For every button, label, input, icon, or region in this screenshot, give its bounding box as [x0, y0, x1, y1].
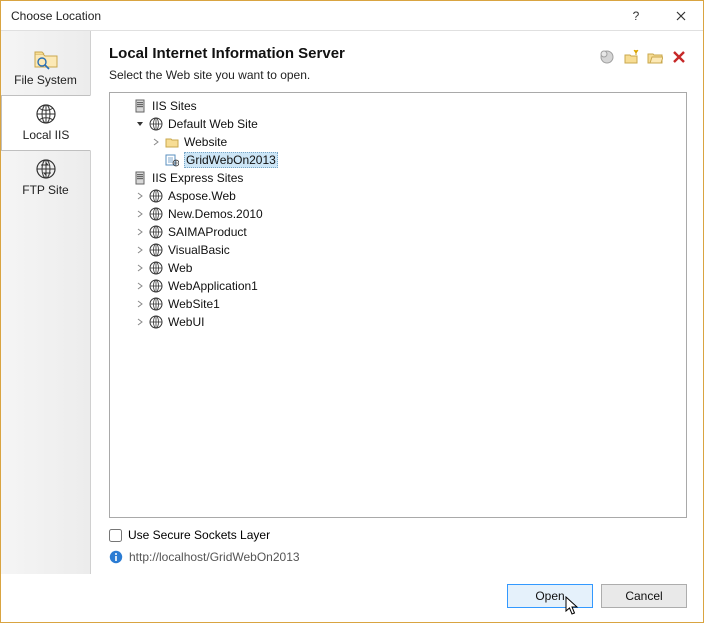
tree-node-gridwebon2013[interactable]: GridWebOn2013 — [110, 151, 686, 169]
open-button[interactable]: Open — [507, 584, 593, 608]
new-application-icon[interactable] — [599, 49, 615, 65]
tree-label: New.Demos.2010 — [168, 207, 263, 221]
help-button[interactable]: ? — [613, 1, 658, 31]
globe-icon — [148, 224, 164, 240]
tree-label: Aspose.Web — [168, 189, 236, 203]
tree-label: Web — [168, 261, 192, 275]
globe-arrows-icon — [32, 157, 60, 181]
folder-search-icon — [32, 47, 60, 71]
web-app-icon — [164, 152, 180, 168]
globe-icon — [148, 260, 164, 276]
close-icon — [676, 11, 686, 21]
globe-icon — [148, 188, 164, 204]
tree-label: SAIMAProduct — [168, 225, 247, 239]
help-icon: ? — [631, 9, 641, 23]
globe-icon — [148, 116, 164, 132]
content-panel: Local Internet Information Server Select… — [91, 31, 703, 574]
folder-icon — [164, 134, 180, 150]
globe-icon — [148, 206, 164, 222]
chevron-right-icon[interactable] — [132, 192, 148, 200]
tree-node-express[interactable]: VisualBasic — [110, 241, 686, 259]
tree-node-website-folder[interactable]: Website — [110, 133, 686, 151]
tree-label: WebUI — [168, 315, 204, 329]
sidebar-item-ftp-site[interactable]: FTP Site — [1, 151, 90, 205]
chevron-right-icon[interactable] — [132, 246, 148, 254]
globe-icon — [148, 278, 164, 294]
chevron-right-icon[interactable] — [148, 138, 164, 146]
tree-node-express[interactable]: SAIMAProduct — [110, 223, 686, 241]
chevron-right-icon[interactable] — [132, 264, 148, 272]
server-icon — [132, 98, 148, 114]
tree-label: VisualBasic — [168, 243, 230, 257]
tree-node-express[interactable]: Aspose.Web — [110, 187, 686, 205]
globe-icon — [148, 314, 164, 330]
delete-icon[interactable] — [671, 49, 687, 65]
chevron-right-icon[interactable] — [132, 282, 148, 290]
info-icon — [109, 550, 123, 564]
tree-label: Default Web Site — [168, 117, 258, 131]
tree-node-express[interactable]: New.Demos.2010 — [110, 205, 686, 223]
main-area: File System Local IIS FTP Site Local Int… — [1, 31, 703, 574]
dialog-buttons: Open Cancel — [1, 574, 703, 622]
tree-node-express[interactable]: WebApplication1 — [110, 277, 686, 295]
tree-node-iis-express-sites[interactable]: IIS Express Sites — [110, 169, 686, 187]
sidebar-item-local-iis[interactable]: Local IIS — [1, 95, 91, 151]
content-subtitle: Select the Web site you want to open. — [109, 68, 599, 82]
sidebar-label: File System — [14, 73, 77, 87]
globe-icon — [148, 296, 164, 312]
site-tree[interactable]: IIS Sites Default Web Site — [109, 92, 687, 518]
new-virtual-directory-icon[interactable] — [623, 49, 639, 65]
chevron-right-icon[interactable] — [132, 210, 148, 218]
globe-icon — [148, 242, 164, 258]
url-row: http://localhost/GridWebOn2013 — [109, 550, 687, 564]
tree-label: WebSite1 — [168, 297, 220, 311]
content-heading: Local Internet Information Server — [109, 45, 599, 62]
tree-label: Website — [184, 135, 227, 149]
tree-node-default-web-site[interactable]: Default Web Site — [110, 115, 686, 133]
close-button[interactable] — [658, 1, 703, 31]
svg-text:?: ? — [632, 9, 639, 23]
sidebar-item-file-system[interactable]: File System — [1, 41, 90, 95]
url-text: http://localhost/GridWebOn2013 — [129, 550, 300, 564]
tree-label: IIS Sites — [152, 99, 197, 113]
open-folder-icon[interactable] — [647, 49, 663, 65]
tree-node-express[interactable]: WebUI — [110, 313, 686, 331]
tree-node-express[interactable]: WebSite1 — [110, 295, 686, 313]
ssl-checkbox-row[interactable]: Use Secure Sockets Layer — [109, 528, 687, 542]
ssl-checkbox[interactable] — [109, 529, 122, 542]
toolbar — [599, 45, 687, 65]
tree-node-iis-sites[interactable]: IIS Sites — [110, 97, 686, 115]
tree-node-express[interactable]: Web — [110, 259, 686, 277]
window-title: Choose Location — [11, 9, 613, 23]
tree-label: WebApplication1 — [168, 279, 258, 293]
sidebar: File System Local IIS FTP Site — [1, 31, 91, 574]
globe-grid-icon — [32, 102, 60, 126]
titlebar: Choose Location ? — [1, 1, 703, 31]
chevron-right-icon[interactable] — [132, 300, 148, 308]
sidebar-label: Local IIS — [23, 128, 70, 142]
tree-label: IIS Express Sites — [152, 171, 243, 185]
chevron-right-icon[interactable] — [132, 228, 148, 236]
sidebar-label: FTP Site — [22, 183, 68, 197]
ssl-label: Use Secure Sockets Layer — [128, 528, 270, 542]
tree-label: GridWebOn2013 — [184, 152, 278, 168]
chevron-down-icon[interactable] — [132, 120, 148, 128]
server-icon — [132, 170, 148, 186]
chevron-right-icon[interactable] — [132, 318, 148, 326]
cancel-button[interactable]: Cancel — [601, 584, 687, 608]
